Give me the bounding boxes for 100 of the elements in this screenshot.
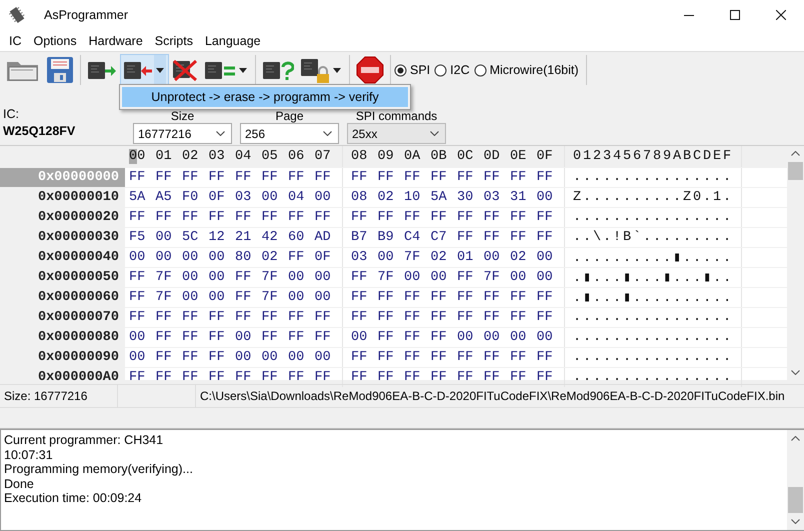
hex-byte: FF <box>536 170 554 185</box>
hex-byte: FF <box>536 370 554 385</box>
scrollbar[interactable] <box>787 430 804 530</box>
hex-byte: FF <box>288 310 306 325</box>
radio-button[interactable]: SPI <box>394 63 430 77</box>
scroll-up-icon <box>791 436 800 441</box>
row-address[interactable]: 0x00000090 <box>0 348 125 367</box>
row-address[interactable]: 0x00000050 <box>0 268 125 287</box>
hex-byte: FF <box>235 270 252 285</box>
hex-byte: FF <box>314 310 332 325</box>
log-line: Done <box>4 476 35 492</box>
hex-byte: 00 <box>536 190 554 205</box>
hex-byte: 00 <box>314 270 332 285</box>
hex-byte: 5A <box>430 190 448 205</box>
hex-byte: FF <box>129 310 146 325</box>
hex-byte: 08 <box>351 190 368 205</box>
hex-byte: FF <box>484 350 501 365</box>
menu-item[interactable]: Scripts <box>148 34 199 48</box>
hex-byte: FF <box>378 290 395 305</box>
dropdown-field[interactable]: 256 <box>240 123 339 144</box>
hex-byte: 00 <box>457 330 474 345</box>
hex-byte: FF <box>208 350 226 365</box>
hex-byte: 31 <box>510 190 528 205</box>
hex-byte: AD <box>314 230 332 245</box>
menu-item[interactable]: Options <box>28 34 83 48</box>
hex-byte: FF <box>314 170 332 185</box>
hex-byte: FF <box>129 170 146 185</box>
hex-byte: FF <box>182 210 200 225</box>
scroll-down-icon <box>791 370 800 375</box>
hex-byte: FF <box>262 210 279 225</box>
dropdown-field[interactable]: 16777216 <box>133 123 232 144</box>
row-address[interactable]: 0x00000080 <box>0 328 125 347</box>
hex-byte: 00 <box>182 270 200 285</box>
hex-byte: 00 <box>430 270 448 285</box>
hex-byte: FF <box>208 310 226 325</box>
column-header: 0F <box>536 149 554 164</box>
hex-byte: 60 <box>288 230 306 245</box>
hex-byte: FF <box>129 270 146 285</box>
log-line: Execution time: 00:09:24 <box>4 491 143 506</box>
hex-byte: FF <box>484 290 501 305</box>
hex-byte: FF <box>129 370 146 385</box>
hex-byte: 00 <box>510 330 528 345</box>
menu-item[interactable]: Unprotect -> erase -> programm -> verify <box>122 87 408 107</box>
hex-byte: FF <box>404 370 422 385</box>
hex-byte: 00 <box>351 330 368 345</box>
radio-button[interactable]: I2C <box>434 63 470 77</box>
radio-icon <box>474 64 487 76</box>
row-address[interactable]: 0x00000020 <box>0 208 125 227</box>
hex-byte: FF <box>404 350 422 365</box>
hex-byte: FF <box>430 370 448 385</box>
column-header: 0123456789ABCDEF <box>573 149 734 164</box>
chip-question-icon <box>262 59 294 81</box>
menu-item[interactable]: Language <box>198 34 267 48</box>
radio-button[interactable]: Microwire(16bit) <box>474 63 579 77</box>
hex-byte: 00 <box>484 250 501 265</box>
hex-byte: FF <box>156 210 173 225</box>
menu-item[interactable]: Hardware <box>82 34 149 48</box>
hex-byte: 00 <box>235 330 252 345</box>
dropdown-field[interactable]: 25xx <box>347 123 446 144</box>
chip-arrow-icon <box>123 59 153 81</box>
hex-byte: FF <box>235 170 252 185</box>
row-address[interactable]: 0x00000070 <box>0 308 125 327</box>
row-address[interactable]: 0x00000060 <box>0 288 125 307</box>
column-header: 0D <box>484 149 501 164</box>
hex-byte: FF <box>288 370 306 385</box>
hex-byte: FF <box>484 210 501 225</box>
scroll-thumb[interactable] <box>788 487 803 513</box>
column-header: 01 <box>156 149 173 164</box>
hex-byte: FF <box>510 290 528 305</box>
write-button[interactable] <box>120 54 169 86</box>
hex-byte: B7 <box>351 230 368 245</box>
scroll-thumb[interactable] <box>788 162 803 180</box>
hex-byte: 00 <box>129 250 146 265</box>
hex-byte: FF <box>484 370 501 385</box>
hex-byte: 7F <box>156 270 173 285</box>
status-text: C:\Users\Sia\Downloads\ReMod906EA-B-C-D-2020FITuCodeFIX\ReMod906EA-B-C-D-2020FITuCodeFIX.bin <box>200 389 785 403</box>
menu-item[interactable]: IC <box>3 34 28 48</box>
hex-byte: 7F <box>262 290 279 305</box>
hex-byte: 00 <box>156 250 173 265</box>
hex-byte: FF <box>484 170 501 185</box>
hex-byte: 03 <box>484 190 501 205</box>
hex-byte: F5 <box>129 230 146 245</box>
hex-byte: 7F <box>404 250 422 265</box>
hex-byte: FF <box>262 170 279 185</box>
hex-byte: FF <box>156 330 173 345</box>
hex-byte: FF <box>156 350 173 365</box>
hex-byte: 00 <box>262 190 279 205</box>
row-address[interactable]: 0x00000040 <box>0 248 125 267</box>
hex-byte: FF <box>430 310 448 325</box>
column-header: 05 <box>262 149 279 164</box>
hex-byte: FF <box>457 230 474 245</box>
hex-byte: FF <box>430 170 448 185</box>
hex-byte: 0F <box>314 250 332 265</box>
row-address[interactable]: 0x00000010 <box>0 188 125 207</box>
column-header: 09 <box>378 149 395 164</box>
scrollbar[interactable] <box>787 146 804 380</box>
hex-byte: FF <box>404 330 422 345</box>
caret-icon <box>156 68 164 72</box>
row-address[interactable]: 0x00000030 <box>0 228 125 247</box>
hex-byte: 5A <box>129 190 146 205</box>
